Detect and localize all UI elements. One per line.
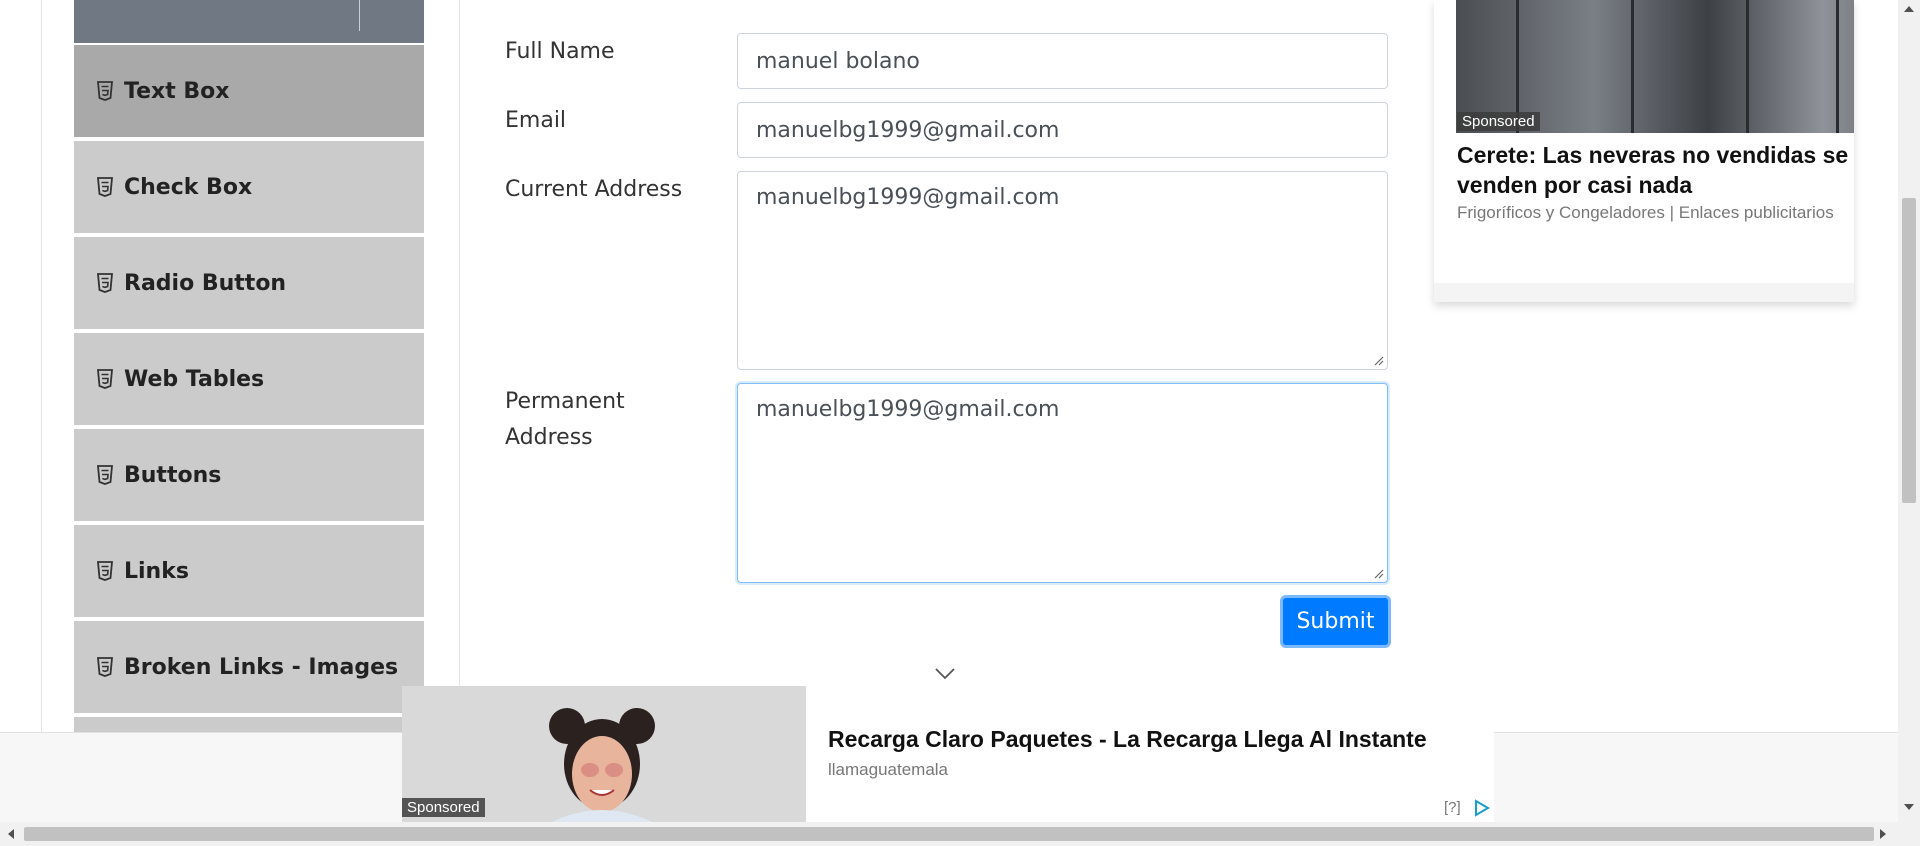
html5-icon xyxy=(95,561,115,581)
scroll-right-icon[interactable] xyxy=(1880,829,1886,839)
ad-info-marker[interactable]: [?] xyxy=(1444,799,1461,816)
ad-title[interactable]: Recarga Claro Paquetes - La Recarga Lleg… xyxy=(828,726,1427,753)
scroll-down-icon[interactable] xyxy=(1904,804,1914,810)
sidebar-item-label: Broken Links - Images xyxy=(124,654,399,680)
divider xyxy=(359,0,360,31)
sidebar-item-label: Radio Button xyxy=(124,270,287,296)
email-input[interactable]: manuelbg1999@gmail.com xyxy=(737,102,1388,158)
sponsored-badge: Sponsored xyxy=(402,798,485,817)
sidebar-item-label: Check Box xyxy=(124,174,253,200)
email-label: Email xyxy=(505,108,567,133)
resize-grip-icon[interactable] xyxy=(1372,354,1384,366)
sidebar-item-label: Links xyxy=(124,558,189,584)
sidebar-item-web-tables[interactable]: Web Tables xyxy=(74,333,424,425)
vertical-scrollbar[interactable] xyxy=(1898,0,1920,822)
permanent-address-label: Permanent Address xyxy=(505,384,705,456)
sidebar: Text Box Check Box Radio Button Web Tables B… xyxy=(74,0,424,732)
html5-icon xyxy=(95,273,115,293)
ad-footer xyxy=(1434,283,1854,302)
current-address-label: Current Address xyxy=(505,177,683,202)
permanent-address-textarea[interactable]: manuelbg1999@gmail.com xyxy=(737,383,1388,583)
html5-icon xyxy=(95,177,115,197)
horizontal-scroll-thumb[interactable] xyxy=(24,827,1874,841)
sponsored-badge: Sponsored xyxy=(1457,112,1540,131)
sidebar-item-radio-button[interactable]: Radio Button xyxy=(74,237,424,329)
sidebar-item-label: Buttons xyxy=(124,462,222,488)
resize-grip-icon[interactable] xyxy=(1372,567,1384,579)
html5-icon xyxy=(95,465,115,485)
sidebar-item-links[interactable]: Links xyxy=(74,525,424,617)
permanent-address-label-line2: Address xyxy=(505,425,593,450)
permanent-address-label-line1: Permanent xyxy=(505,389,625,414)
permanent-address-value: manuelbg1999@gmail.com xyxy=(756,397,1060,422)
scroll-left-icon[interactable] xyxy=(8,829,14,839)
sidebar-item-broken-links-images[interactable]: Broken Links - Images xyxy=(74,621,424,713)
adchoices-icon[interactable] xyxy=(1474,799,1490,817)
html5-icon xyxy=(95,369,115,389)
chevron-down-icon[interactable] xyxy=(934,667,956,681)
vertical-scroll-thumb[interactable] xyxy=(1902,198,1916,503)
current-address-textarea[interactable]: manuelbg1999@gmail.com xyxy=(737,171,1388,370)
sidebar-item-check-box[interactable]: Check Box xyxy=(74,141,424,233)
sidebar-group-header[interactable] xyxy=(74,0,424,43)
sidebar-item-label: Text Box xyxy=(124,78,230,104)
sidebar-item-label: Web Tables xyxy=(124,366,265,392)
content-divider xyxy=(459,0,460,732)
bottom-ad[interactable]: Sponsored Recarga Claro Paquetes - La Re… xyxy=(402,686,1494,822)
scroll-up-icon[interactable] xyxy=(1904,6,1914,12)
current-address-value: manuelbg1999@gmail.com xyxy=(756,185,1060,210)
sidebar-item-text-box[interactable]: Text Box xyxy=(74,45,424,137)
full-name-input[interactable]: manuel bolano xyxy=(737,33,1388,89)
page-left-border xyxy=(41,0,42,732)
ad-title[interactable]: Cerete: Las neveras no vendidas se vende… xyxy=(1457,140,1854,200)
submit-button[interactable]: Submit xyxy=(1280,595,1391,648)
html5-icon xyxy=(95,657,115,677)
sidebar-item-buttons[interactable]: Buttons xyxy=(74,429,424,521)
horizontal-scrollbar[interactable] xyxy=(0,822,1920,846)
html5-icon xyxy=(95,81,115,101)
ad-source: llamaguatemala xyxy=(828,760,949,779)
ad-right[interactable]: Sponsored Cerete: Las neveras no vendida… xyxy=(1434,0,1854,302)
ad-source: Frigoríficos y Congeladores | Enlaces pu… xyxy=(1457,203,1834,222)
sidebar-item-partial[interactable] xyxy=(74,717,424,732)
full-name-label: Full Name xyxy=(505,39,615,64)
